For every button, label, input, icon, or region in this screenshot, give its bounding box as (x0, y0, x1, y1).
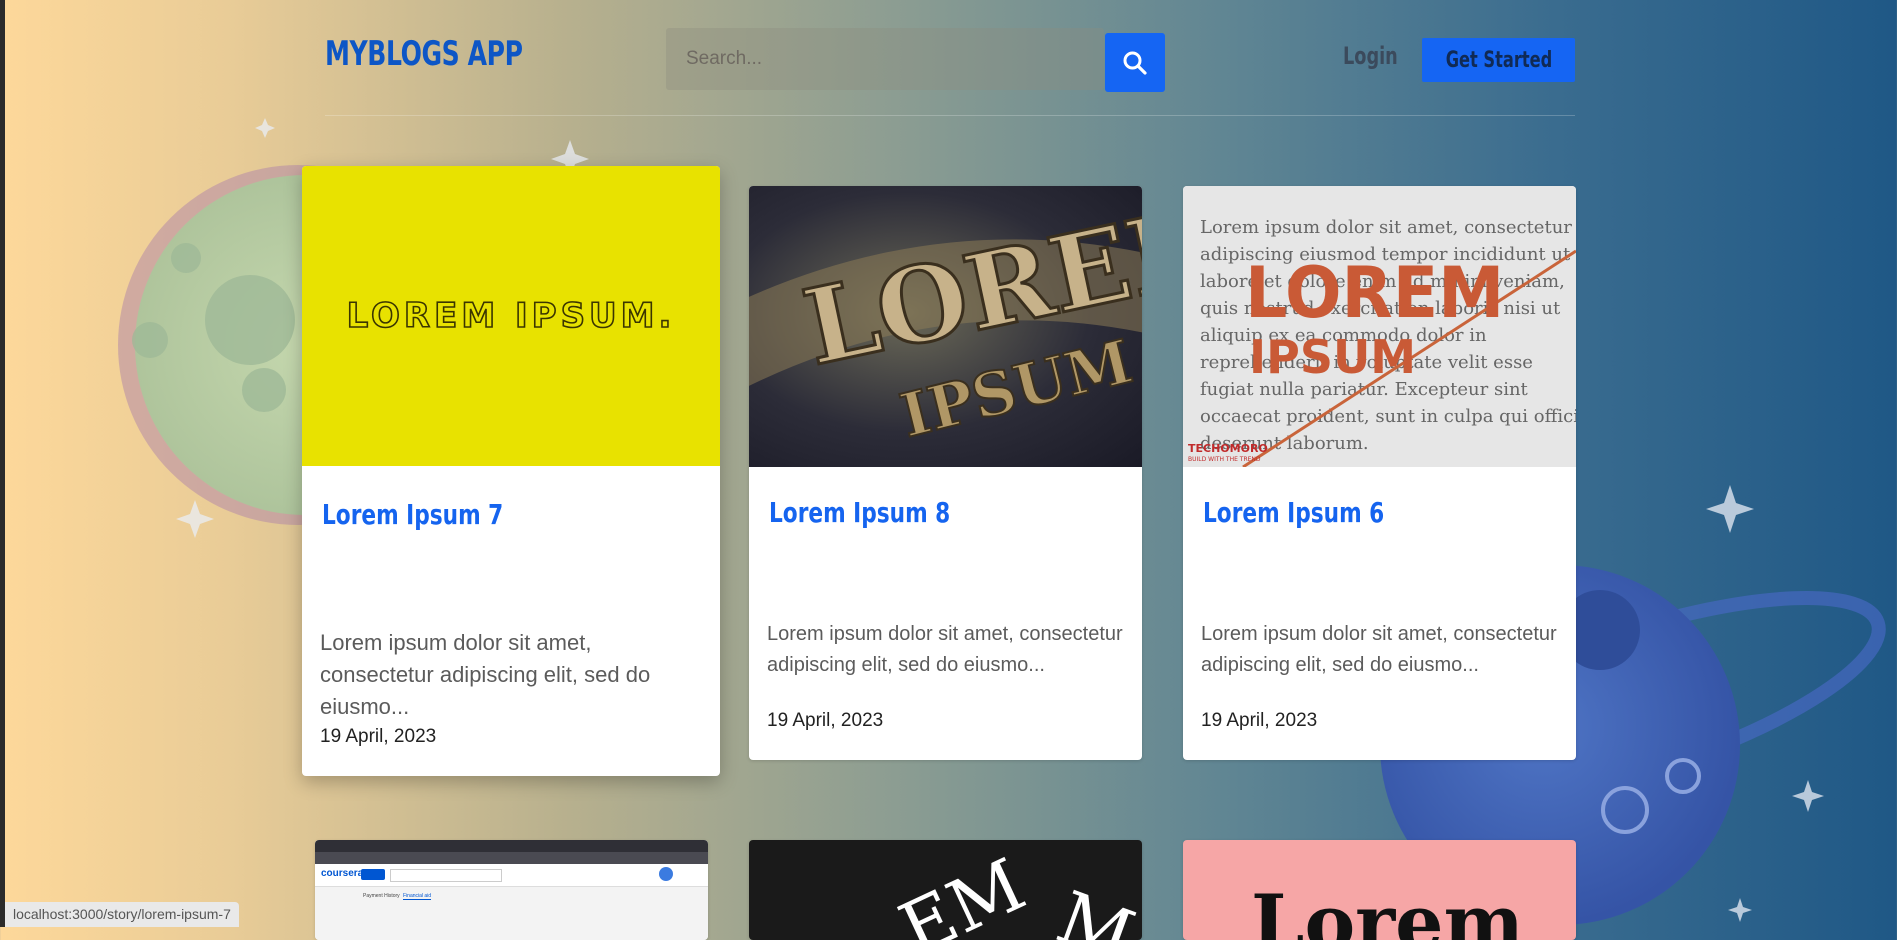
blog-card[interactable]: LOREM IPSUM. Lorem Ipsum 7 Lorem ipsum d… (302, 166, 720, 776)
card-title[interactable]: Lorem Ipsum 8 (769, 496, 950, 529)
card-excerpt: Lorem ipsum dolor sit amet, consectetur … (1201, 623, 1557, 676)
card-image: Lorem (1183, 840, 1576, 940)
lorem-sculpture-icon: LOREM IPSUM (749, 186, 1142, 453)
card-image: EM M (749, 840, 1142, 940)
card-image-title: LOREM (1245, 252, 1505, 334)
blog-card[interactable]: LOREM IPSUM Lorem Ipsum 8 Lorem ipsum do… (749, 186, 1142, 760)
login-link[interactable]: Login (1343, 42, 1398, 70)
card-image: coursera Payment History Financial aid (315, 840, 708, 940)
card-date: 19 April, 2023 (1201, 710, 1318, 731)
card-image-glyph: M (1046, 874, 1142, 940)
card-title[interactable]: Lorem Ipsum 6 (1203, 496, 1384, 529)
app-logo[interactable]: MYBLOGS APP (325, 34, 523, 74)
blog-card[interactable]: Lorem ipsum dolor sit amet, consectetur … (1183, 186, 1576, 760)
header-divider (325, 115, 1575, 116)
card-image-subtitle: IPSUM (1249, 330, 1417, 384)
top-navbar: MYBLOGS APP Login Get Started (0, 0, 1897, 120)
card-excerpt: Lorem ipsum dolor sit amet, consectetur … (320, 630, 651, 719)
mini-tab-financial: Financial aid (403, 893, 432, 900)
blog-card[interactable]: coursera Payment History Financial aid (315, 840, 708, 940)
browser-page-header: coursera (315, 864, 708, 887)
card-image-text: EM (887, 842, 1038, 940)
card-image-text: Lorem (1251, 878, 1524, 940)
card-date: 19 April, 2023 (320, 726, 437, 747)
card-image: Lorem ipsum dolor sit amet, consectetur … (1183, 186, 1576, 467)
get-started-button[interactable]: Get Started (1422, 38, 1575, 82)
search-box (666, 28, 1104, 90)
card-image: LOREM IPSUM. (302, 166, 720, 466)
mini-search (390, 869, 502, 882)
card-title[interactable]: Lorem Ipsum 7 (322, 498, 503, 531)
card-excerpt: Lorem ipsum dolor sit amet, consectetur … (767, 623, 1123, 676)
search-button[interactable] (1105, 33, 1165, 92)
browser-tabbar (315, 840, 708, 852)
blog-card[interactable]: Lorem (1183, 840, 1576, 940)
mini-tab-payment: Payment History (363, 893, 400, 899)
card-image-text: LOREM IPSUM. (346, 295, 676, 337)
explore-button (361, 869, 385, 880)
coursera-logo: coursera (321, 868, 364, 879)
search-icon (1123, 51, 1147, 75)
status-bar-url: localhost:3000/story/lorem-ipsum-7 (5, 902, 239, 927)
browser-urlbar (315, 852, 708, 864)
card-image: LOREM IPSUM (749, 186, 1142, 467)
blog-card[interactable]: EM M (749, 840, 1142, 940)
search-input[interactable] (666, 28, 1104, 90)
card-date: 19 April, 2023 (767, 710, 884, 731)
card-image-brand: TECHOMORO (1188, 442, 1268, 455)
card-image-tagline: BUILD WITH THE TREND (1188, 456, 1261, 463)
avatar (659, 867, 673, 881)
